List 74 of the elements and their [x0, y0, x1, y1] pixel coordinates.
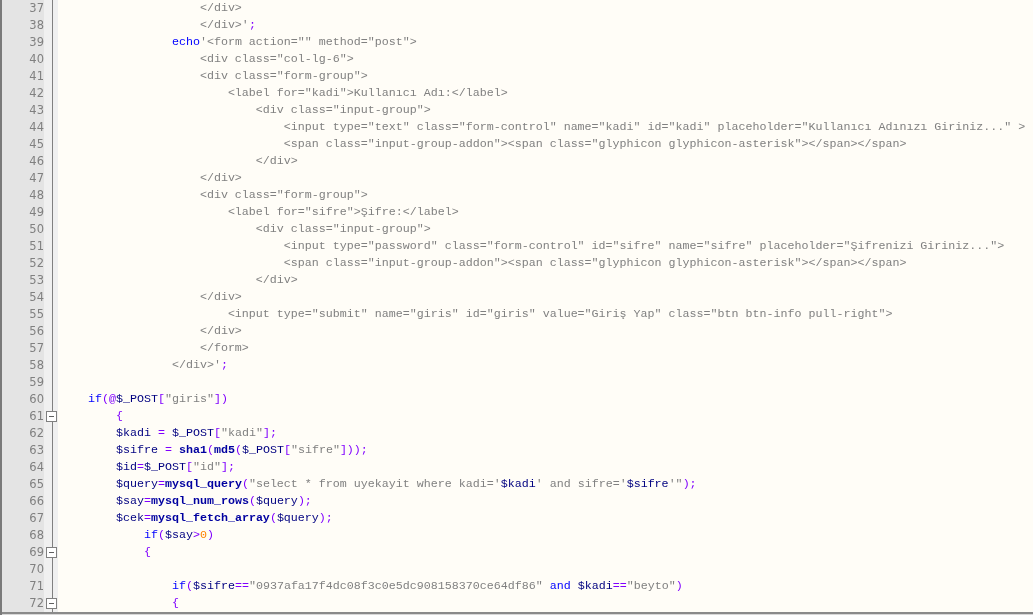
code-line: if($say>0)	[142, 527, 214, 544]
line-number: 54	[28, 289, 44, 306]
fold-collapse-icon[interactable]	[46, 411, 57, 422]
code-line: $cek=mysql_fetch_array($query);	[114, 510, 333, 527]
code-line: </div>	[198, 323, 242, 340]
code-line: <div class="col-lg-6">	[198, 51, 354, 68]
line-number: 55	[28, 306, 44, 323]
line-number: 43	[28, 102, 44, 119]
line-number: 53	[28, 272, 44, 289]
code-line: <div class="input-group">	[254, 221, 431, 238]
line-number: 38	[28, 17, 44, 34]
code-line: </div>	[198, 170, 242, 187]
code-line: $id=$_POST["id"];	[114, 459, 235, 476]
horizontal-scrollbar[interactable]	[2, 612, 1033, 615]
line-number: 46	[28, 153, 44, 170]
fold-collapse-icon[interactable]	[46, 547, 57, 558]
code-line: <input type="text" class="form-control" name="kadi" id="kadi" placeholder="Kullanıcı Adınızı Giriniz..." >	[282, 119, 1026, 136]
line-number: 68	[28, 527, 44, 544]
line-number: 69	[28, 544, 44, 561]
code-line: $query=mysql_query("select * from uyekayit where kadi='$kadi' and sifre='$sifre'");	[114, 476, 697, 493]
code-line: </div>	[254, 272, 298, 289]
line-number: 51	[28, 238, 44, 255]
line-number: 56	[28, 323, 44, 340]
line-number: 52	[28, 255, 44, 272]
code-line: echo'<form action="" method="post">	[170, 34, 417, 51]
fold-collapse-icon[interactable]	[46, 598, 57, 609]
code-line: $say=mysql_num_rows($query);	[114, 493, 312, 510]
line-number: 44	[28, 119, 44, 136]
line-number: 70	[28, 561, 44, 578]
code-line: </div>';	[170, 357, 228, 374]
code-line: <input type="password" class="form-control" id="sifre" name="sifre" placeholder="Şifrenizi Giriniz...">	[282, 238, 1005, 255]
line-number: 63	[28, 442, 44, 459]
line-number: 47	[28, 170, 44, 187]
code-line: if(@$_POST["giris"])	[86, 391, 228, 408]
code-line: if($sifre=="0937afa17f4dc08f3c0e5dc908158370ce64df86" and $kadi=="beyto")	[170, 578, 683, 595]
code-line: <span class="input-group-addon"><span class="glyphicon glyphicon-asterisk"></span></span>	[282, 255, 907, 272]
code-line: {	[142, 544, 151, 561]
code-line: <input type="submit" name="giris" id="giris" value="Giriş Yap" class="btn btn-info pull-right">	[226, 306, 893, 323]
line-number: 49	[28, 204, 44, 221]
line-number: 50	[28, 221, 44, 238]
code-line: $sifre = sha1(md5($_POST["sifre"]));	[114, 442, 368, 459]
code-line: </form>	[198, 340, 249, 357]
code-line: <div class="form-group">	[198, 68, 368, 85]
line-number: 41	[28, 68, 44, 85]
line-number: 64	[28, 459, 44, 476]
code-line: <label for="kadi">Kullanıcı Adı:</label>	[226, 85, 508, 102]
line-number: 66	[28, 493, 44, 510]
line-number: 42	[28, 85, 44, 102]
line-number: 71	[28, 578, 44, 595]
line-number: 40	[28, 51, 44, 68]
code-line: {	[114, 408, 123, 425]
code-line: {	[170, 595, 179, 612]
code-line: </div>	[254, 153, 298, 170]
line-number: 67	[28, 510, 44, 527]
code-line: <div class="form-group">	[198, 187, 368, 204]
code-line: <div class="input-group">	[254, 102, 431, 119]
line-number: 37	[28, 0, 44, 17]
line-number: 59	[28, 374, 44, 391]
line-number: 45	[28, 136, 44, 153]
line-number: 48	[28, 187, 44, 204]
code-line: </div>	[198, 0, 242, 17]
line-number: 72	[28, 595, 44, 612]
code-line: </div>	[198, 289, 242, 306]
code-line: $kadi = $_POST["kadi"];	[114, 425, 277, 442]
line-number: 58	[28, 357, 44, 374]
code-line: <label for="sifre">Şifre:</label>	[226, 204, 459, 221]
line-number: 61	[28, 408, 44, 425]
line-number: 65	[28, 476, 44, 493]
code-line: <span class="input-group-addon"><span class="glyphicon glyphicon-asterisk"></span></span>	[282, 136, 907, 153]
line-number: 62	[28, 425, 44, 442]
code-line: </div>';	[198, 17, 256, 34]
line-number: 60	[28, 391, 44, 408]
line-number: 57	[28, 340, 44, 357]
line-number: 39	[28, 34, 44, 51]
